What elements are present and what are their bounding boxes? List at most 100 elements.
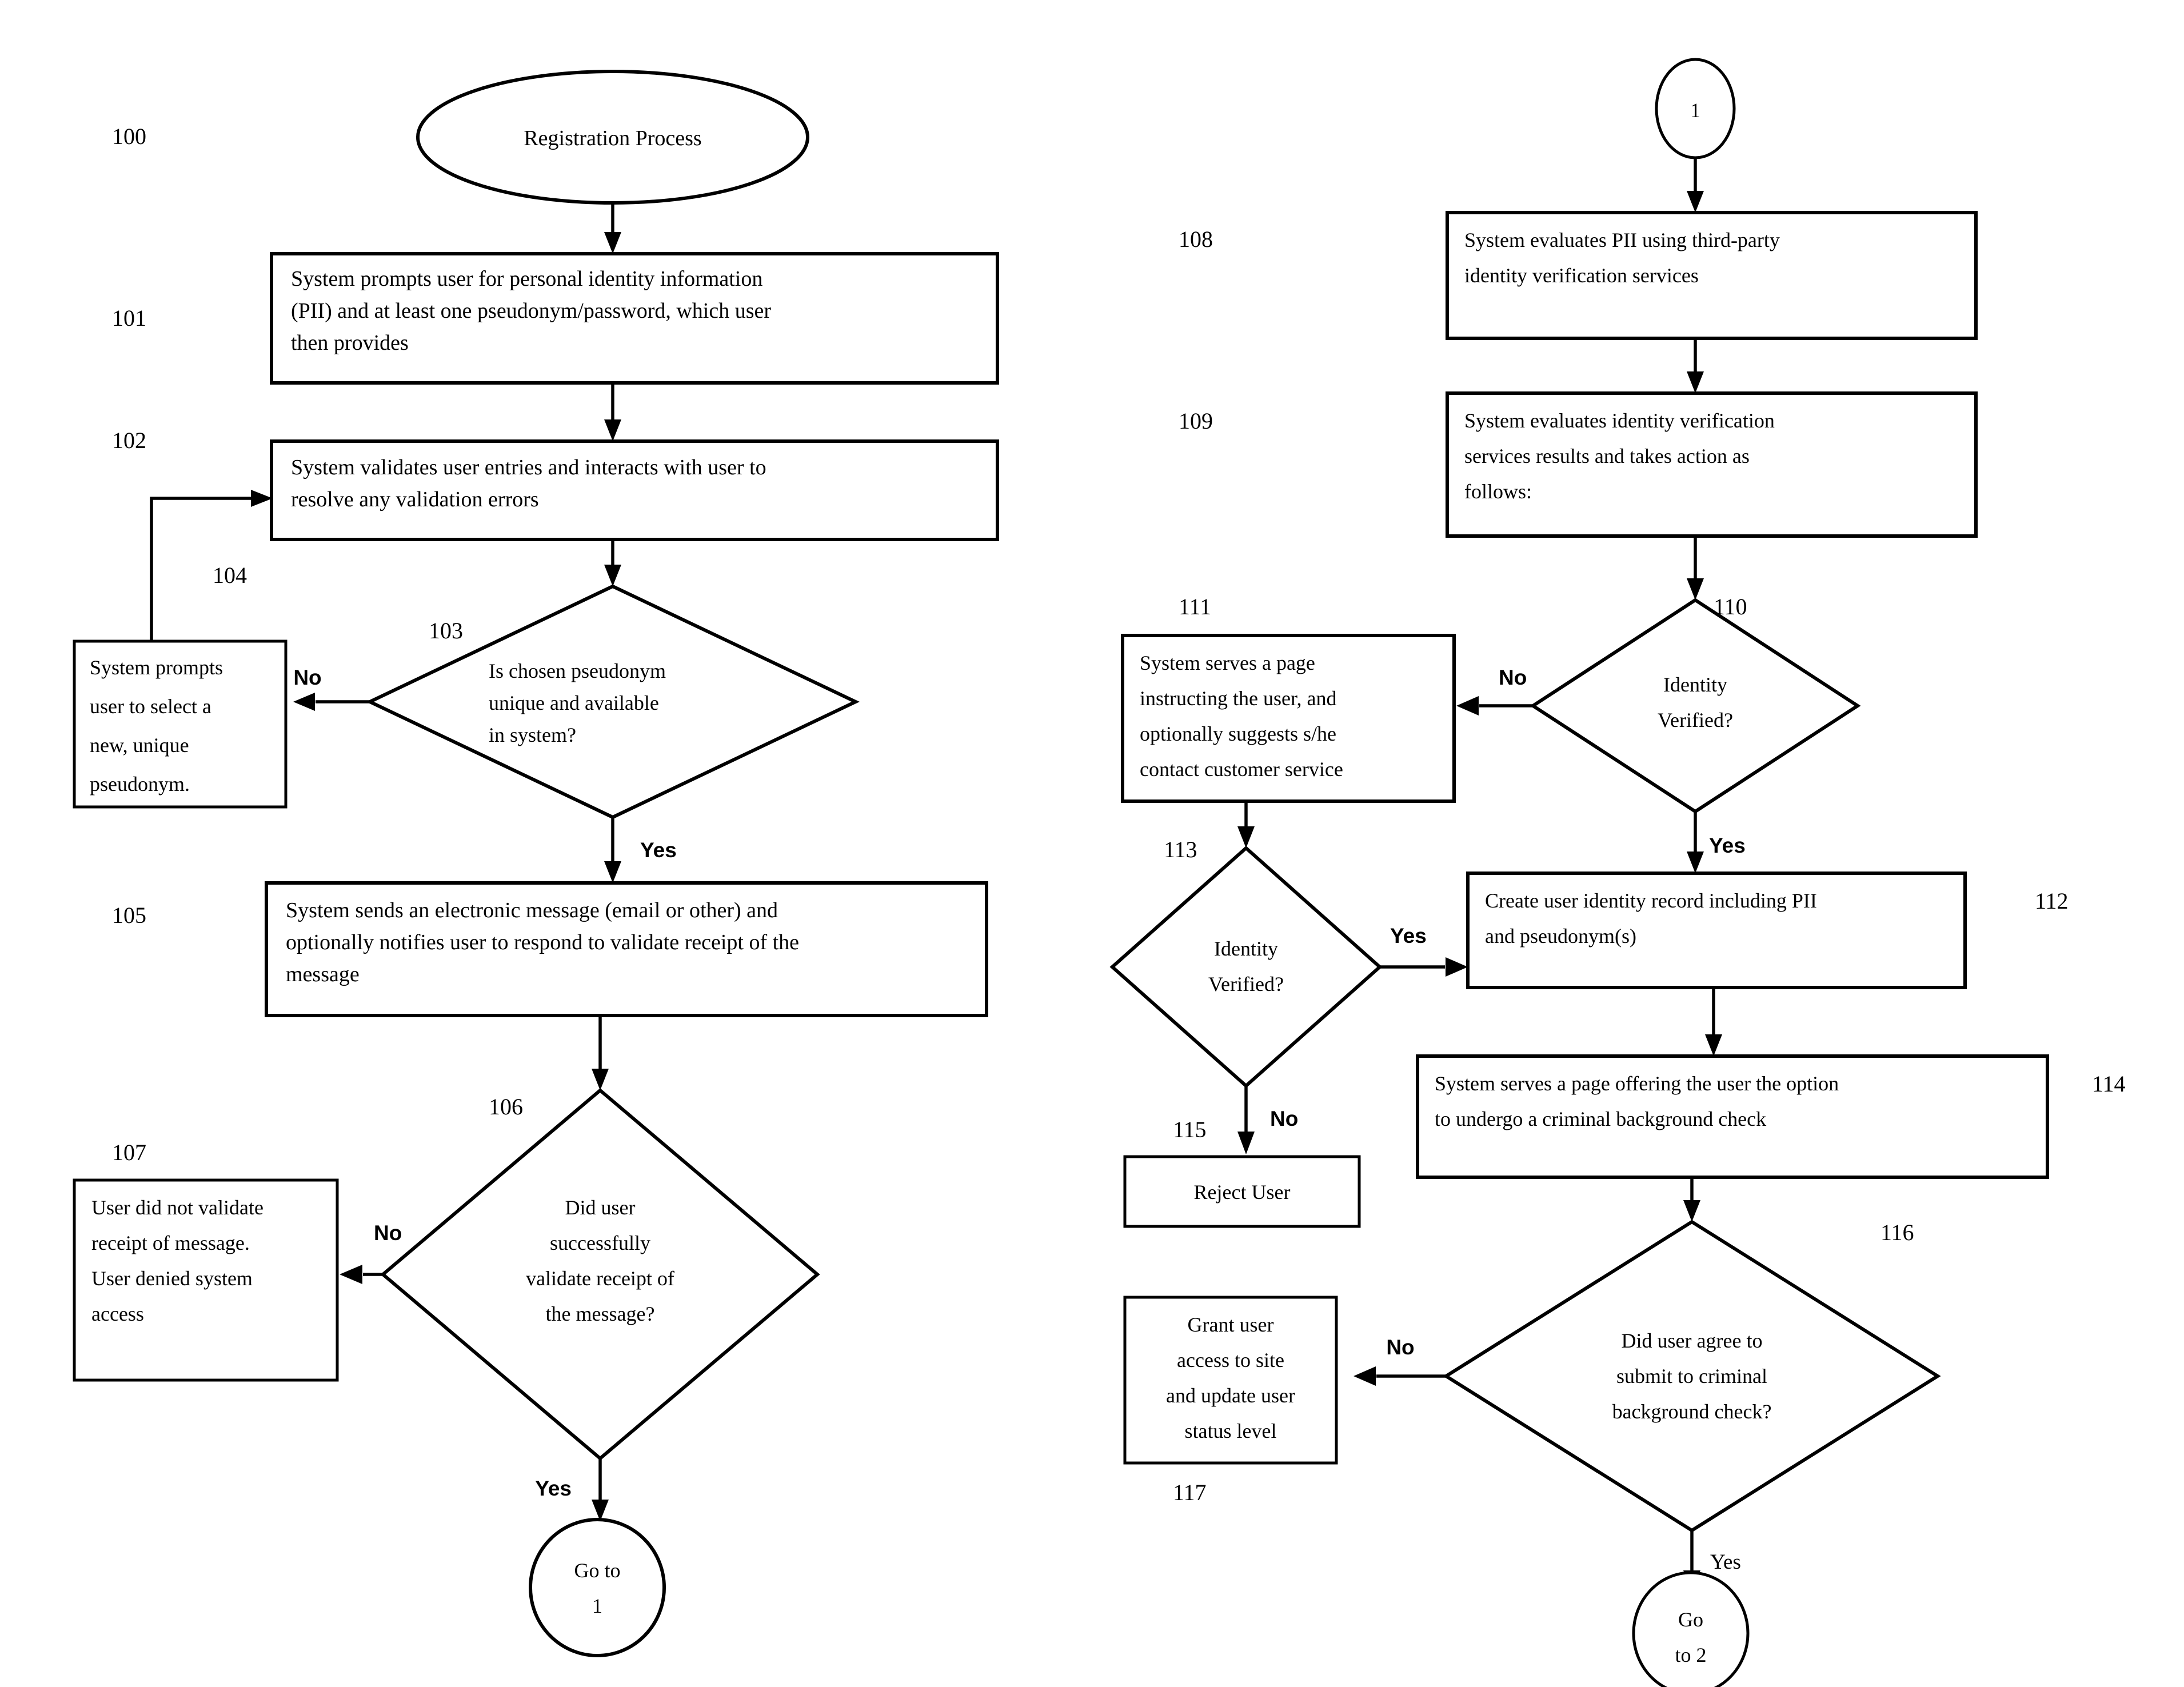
node-evaluate-pii: System evaluates PII using third-party i…	[1446, 211, 1978, 340]
node-validate-receipt-line-1: Did user	[565, 1196, 636, 1219]
edge-103-to-104-no: No	[293, 666, 370, 711]
node-denied-access-line-1: User did not validate	[91, 1196, 263, 1219]
ref-label-116: 116	[1880, 1220, 1914, 1245]
node-prompt-new-pseudonym-line-2: user to select a	[90, 695, 211, 718]
node-grant-access: Grant user access to site and update use…	[1123, 1296, 1338, 1465]
node-send-message-line-1: System sends an electronic message (emai…	[286, 898, 778, 922]
edge-100-to-101	[604, 203, 621, 254]
edge-105-to-106	[592, 1016, 609, 1090]
node-validate-receipt-line-3: validate receipt of	[526, 1267, 674, 1290]
node-evaluate-results: System evaluates identity verification s…	[1446, 391, 1978, 538]
registration-process-flowchart: 100 Registration Process 101 System prom…	[73, 58, 2126, 1687]
node-prompt-new-pseudonym: System prompts user to select a new, uni…	[73, 639, 288, 809]
node-identity-verified-113-line-1: Identity	[1214, 937, 1278, 960]
ref-label-114: 114	[2092, 1071, 2126, 1097]
ref-label-101: 101	[112, 305, 146, 331]
node-agree-background-check-line-3: background check?	[1612, 1400, 1772, 1423]
node-pseudonym-unique-line-1: Is chosen pseudonym	[489, 659, 666, 682]
ref-label-108: 108	[1179, 226, 1213, 252]
edge-116-to-117-no: No	[1353, 1336, 1446, 1386]
node-create-identity-record: Create user identity record including PI…	[1466, 872, 1967, 989]
node-serve-instruction-page-line-3: optionally suggests s/he	[1140, 722, 1336, 745]
node-goto-2-line-2: to 2	[1675, 1644, 1706, 1666]
ref-label-102: 102	[112, 427, 146, 453]
edge-114-to-116	[1683, 1177, 1700, 1222]
edge-label-116-no: No	[1386, 1336, 1414, 1359]
node-goto-2-line-1: Go	[1678, 1608, 1703, 1631]
ref-label-106: 106	[489, 1094, 523, 1120]
edge-103-to-105-yes: Yes	[604, 817, 677, 883]
node-send-message-line-2: optionally notifies user to respond to v…	[286, 930, 799, 954]
node-identity-verified-110-line-1: Identity	[1663, 673, 1727, 696]
node-validate-receipt-line-4: the message?	[546, 1302, 655, 1325]
ref-label-107: 107	[112, 1140, 146, 1165]
node-evaluate-pii-line-2: identity verification services	[1464, 264, 1699, 287]
node-serve-instruction-page-line-4: contact customer service	[1140, 758, 1343, 781]
node-prompt-new-pseudonym-line-4: pseudonym.	[90, 773, 190, 795]
node-registration-process-label: Registration Process	[524, 126, 701, 150]
node-pseudonym-unique-line-3: in system?	[489, 723, 576, 746]
node-prompt-pii: System prompts user for personal identit…	[270, 252, 999, 385]
edge-101-to-102	[604, 383, 621, 441]
node-serve-instruction-page-line-1: System serves a page	[1140, 651, 1315, 674]
edge-label-116-yes: Yes	[1710, 1550, 1741, 1574]
node-denied-access: User did not validate receipt of message…	[73, 1178, 339, 1382]
node-identity-verified-110: Identity Verified?	[1530, 598, 1861, 814]
node-identity-verified-110-line-2: Verified?	[1658, 709, 1733, 731]
node-denied-access-line-3: User denied system	[91, 1267, 253, 1290]
node-agree-background-check-line-1: Did user agree to	[1622, 1329, 1763, 1352]
edge-label-110-yes: Yes	[1709, 834, 1746, 857]
edge-108-to-109	[1687, 338, 1704, 393]
node-goto-1-line-2: 1	[592, 1594, 602, 1617]
node-identity-verified-113: Identity Verified?	[1109, 845, 1383, 1089]
node-prompt-new-pseudonym-line-1: System prompts	[90, 656, 223, 679]
node-identity-verified-113-line-2: Verified?	[1208, 973, 1284, 996]
edge-label-110-no: No	[1499, 666, 1527, 689]
edge-label-113-yes: Yes	[1390, 924, 1427, 948]
edge-label-106-no: No	[374, 1221, 402, 1245]
edge-102-to-103	[604, 539, 621, 586]
node-validate-receipt-decision: Did user successfully validate receipt o…	[380, 1088, 820, 1461]
node-reject-user: Reject User	[1123, 1155, 1361, 1228]
node-pseudonym-unique-line-2: unique and available	[489, 691, 659, 714]
node-validate-receipt-line-2: successfully	[550, 1232, 650, 1254]
edge-label-103-yes: Yes	[640, 838, 677, 862]
ref-label-104: 104	[213, 562, 247, 588]
ref-label-103: 103	[429, 618, 463, 643]
edge-112-to-114	[1705, 988, 1722, 1056]
node-serve-instruction-page-line-2: instructing the user, and	[1140, 687, 1336, 710]
ref-label-113: 113	[1164, 837, 1197, 862]
node-agree-background-check-decision: Did user agree to submit to criminal bac…	[1443, 1220, 1941, 1533]
edge-113-to-112-yes: Yes	[1380, 924, 1468, 977]
edge-110-to-111-no: No	[1456, 666, 1533, 715]
node-registration-process: Registration Process	[416, 70, 809, 205]
edge-label-106-yes: Yes	[535, 1477, 572, 1500]
ref-label-117: 117	[1173, 1480, 1207, 1505]
ref-label-100: 100	[112, 123, 146, 149]
node-connector-1: 1	[1655, 58, 1736, 159]
node-evaluate-results-line-1: System evaluates identity verification	[1464, 409, 1775, 432]
node-evaluate-results-line-3: follows:	[1464, 480, 1532, 503]
node-prompt-pii-line-2: (PII) and at least one pseudonym/passwor…	[291, 299, 771, 323]
node-send-message-line-3: message	[286, 962, 360, 986]
node-reject-user-label: Reject User	[1194, 1181, 1291, 1204]
ref-label-105: 105	[112, 902, 146, 928]
node-send-message: System sends an electronic message (emai…	[265, 881, 988, 1017]
edge-111-to-113	[1237, 801, 1255, 848]
ref-label-115: 115	[1173, 1117, 1207, 1142]
node-offer-background-check: System serves a page offering the user t…	[1416, 1054, 2049, 1179]
ref-label-112: 112	[2035, 888, 2069, 914]
node-prompt-new-pseudonym-line-3: new, unique	[90, 734, 189, 757]
node-goto-2-connector: Go to 2	[1632, 1571, 1750, 1687]
node-evaluate-pii-line-1: System evaluates PII using third-party	[1464, 229, 1780, 251]
flowchart-canvas: 100 Registration Process 101 System prom…	[0, 0, 2184, 1687]
node-grant-access-line-3: and update user	[1166, 1384, 1295, 1407]
node-goto-1-line-1: Go to	[574, 1559, 621, 1582]
node-connector-1-label: 1	[1690, 99, 1700, 122]
node-create-identity-record-line-2: and pseudonym(s)	[1485, 925, 1636, 948]
ref-label-111: 111	[1179, 594, 1211, 619]
node-grant-access-line-2: access to site	[1177, 1349, 1284, 1372]
edge-113-to-115-no: No	[1237, 1086, 1298, 1154]
node-create-identity-record-line-1: Create user identity record including PI…	[1485, 889, 1817, 912]
node-validate-entries: System validates user entries and intera…	[270, 439, 999, 541]
